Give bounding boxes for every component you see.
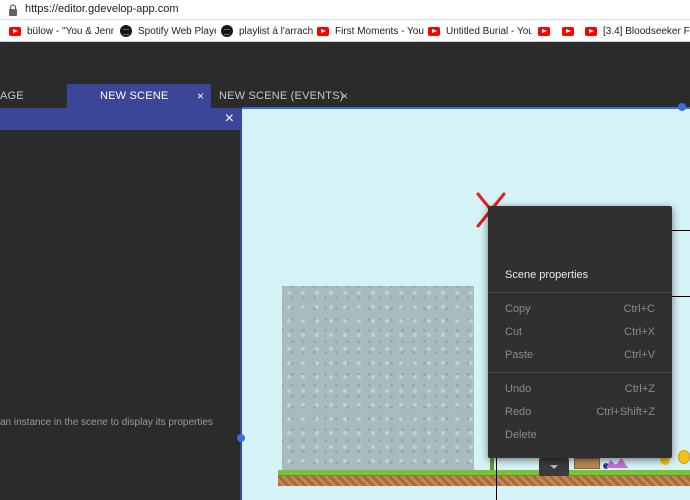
menu-item-delete[interactable]: Delete [488, 425, 672, 445]
menu-item-shortcut: Ctrl+Z [624, 383, 655, 395]
menu-item-undo[interactable]: Undo Ctrl+Z [488, 379, 672, 399]
tab-label: NEW SCENE (EVENTS) [219, 90, 344, 102]
bookmark-item[interactable]: [3.4] Bloodseeker Fro [585, 24, 690, 38]
coin-sprite[interactable] [678, 450, 690, 464]
stone-block-sprite[interactable] [282, 286, 474, 470]
menu-item-label: Paste [505, 349, 534, 361]
menu-separator [488, 292, 672, 293]
menu-item-label: Redo [505, 406, 532, 418]
screen: https://editor.gdevelop-app.com bülow - … [0, 0, 690, 500]
plant-sprite[interactable] [490, 456, 494, 470]
menu-item-label: Delete [505, 429, 537, 441]
crate-sprite[interactable] [574, 458, 600, 469]
tab-label: AGE [0, 90, 24, 102]
properties-panel [0, 130, 240, 500]
menu-item-label: Copy [505, 303, 531, 315]
menu-item-cut[interactable]: Cut Ctrl+X [488, 322, 672, 342]
menu-item-redo[interactable]: Redo Ctrl+Shift+Z [488, 402, 672, 422]
properties-panel-header: × [0, 108, 240, 130]
youtube-icon [562, 26, 574, 36]
spotify-icon [120, 25, 132, 37]
bookmark-item[interactable]: Spotify Web Player [120, 24, 216, 38]
chevron-down-icon[interactable] [539, 458, 569, 476]
close-icon[interactable]: × [225, 109, 234, 129]
tab-new-scene[interactable]: NEW SCENE × [67, 84, 211, 108]
menu-item-copy[interactable]: Copy Ctrl+C [488, 299, 672, 319]
lock-icon [9, 4, 17, 16]
properties-hint: an instance in the scene to display its … [0, 417, 213, 428]
resize-handle[interactable] [237, 434, 245, 442]
guide-line-vertical [496, 458, 497, 500]
bookmark-item[interactable]: Untitled Burial - YouT [428, 24, 532, 38]
menu-item-label: Undo [505, 383, 532, 395]
tab-new-scene-events[interactable]: NEW SCENE (EVENTS) × [211, 84, 361, 108]
resize-handle[interactable] [678, 103, 686, 111]
menu-item-scene-properties[interactable]: Scene properties [488, 265, 672, 285]
bookmark-label: [3.4] Bloodseeker Fro [603, 25, 690, 37]
bookmark-item[interactable]: bülow - "You & Jenni [9, 24, 114, 38]
bookmarks-bar: bülow - "You & Jenni Spotify Web Player … [0, 20, 690, 42]
menu-item-label: Scene properties [505, 269, 589, 281]
bookmark-label: playlist à l'arrache [239, 25, 313, 37]
pink-spike-sprite[interactable] [606, 458, 628, 468]
editor-tabs: AGE NEW SCENE × NEW SCENE (EVENTS) × [0, 84, 690, 108]
menu-item-label: Cut [505, 326, 523, 338]
url-text[interactable]: https://editor.gdevelop-app.com [25, 3, 178, 15]
menu-item-shortcut: Ctrl+Shift+Z [596, 406, 655, 418]
bookmark-label: Untitled Burial - YouT [446, 25, 532, 37]
bookmark-item[interactable]: First Moments - YouT [317, 24, 424, 38]
menu-separator [488, 372, 672, 373]
menu-item-shortcut: Ctrl+C [623, 303, 655, 315]
bookmark-item[interactable]: playlist à l'arrache [221, 24, 313, 38]
tab-label: NEW SCENE [100, 90, 169, 102]
canvas-top-border [242, 107, 690, 109]
youtube-icon [585, 26, 597, 36]
menu-item-shortcut: Ctrl+V [624, 349, 655, 361]
close-icon[interactable]: × [341, 89, 348, 103]
youtube-icon [9, 26, 21, 36]
close-icon[interactable]: × [197, 89, 204, 103]
tab-start-page[interactable]: AGE [0, 84, 66, 108]
context-menu: Scene properties Copy Ctrl+C Cut Ctrl+X … [488, 206, 672, 458]
youtube-icon [538, 26, 550, 36]
youtube-icon [317, 26, 329, 36]
menu-item-shortcut: Ctrl+X [624, 326, 655, 338]
bookmark-label: bülow - "You & Jenni [27, 25, 114, 37]
bookmark-label: Spotify Web Player [138, 25, 216, 37]
grass-strip [278, 470, 690, 476]
app-toolbar [0, 42, 690, 84]
bookmark-label: First Moments - YouT [335, 25, 424, 37]
bookmark-item[interactable] [562, 24, 578, 38]
menu-item-paste[interactable]: Paste Ctrl+V [488, 345, 672, 365]
bookmark-item[interactable] [538, 24, 554, 38]
address-bar[interactable]: https://editor.gdevelop-app.com [0, 0, 690, 20]
spotify-icon [221, 25, 233, 37]
youtube-icon [428, 26, 440, 36]
